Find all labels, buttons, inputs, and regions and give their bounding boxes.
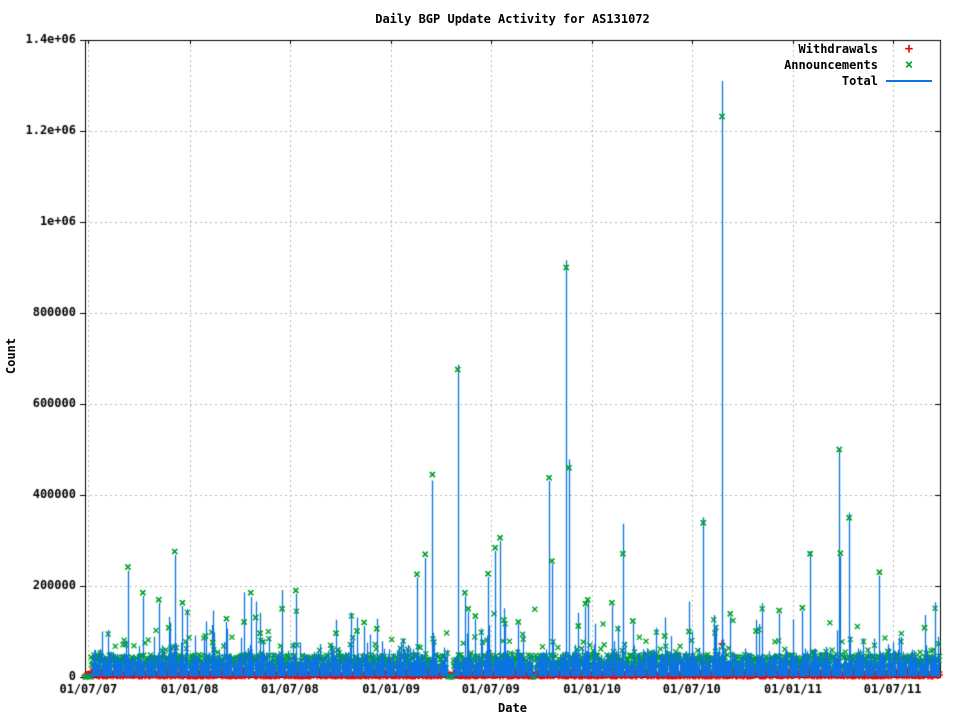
withdrawals-marker-sample: + [878, 44, 940, 54]
plus-marker-icon: + [905, 44, 913, 54]
legend-row-withdrawals: Withdrawals + [784, 41, 940, 57]
legend-label-withdrawals: Withdrawals [799, 42, 878, 56]
announcements-marker-sample: × [878, 60, 940, 70]
cross-marker-icon: × [905, 60, 913, 70]
legend-label-total: Total [842, 74, 878, 88]
bgp-update-activity-figure: Daily BGP Update Activity for AS131072 C… [0, 0, 960, 720]
total-line-sample [878, 80, 940, 82]
x-axis-title: Date [85, 701, 940, 715]
y-axis-title: Count [4, 338, 18, 374]
legend-row-announcements: Announcements × [784, 57, 940, 73]
plot-canvas [0, 0, 960, 720]
legend-row-total: Total [784, 73, 940, 89]
line-marker-icon [886, 80, 932, 82]
legend: Withdrawals + Announcements × Total [784, 41, 940, 89]
legend-label-announcements: Announcements [784, 58, 878, 72]
chart-title: Daily BGP Update Activity for AS131072 [85, 12, 940, 26]
